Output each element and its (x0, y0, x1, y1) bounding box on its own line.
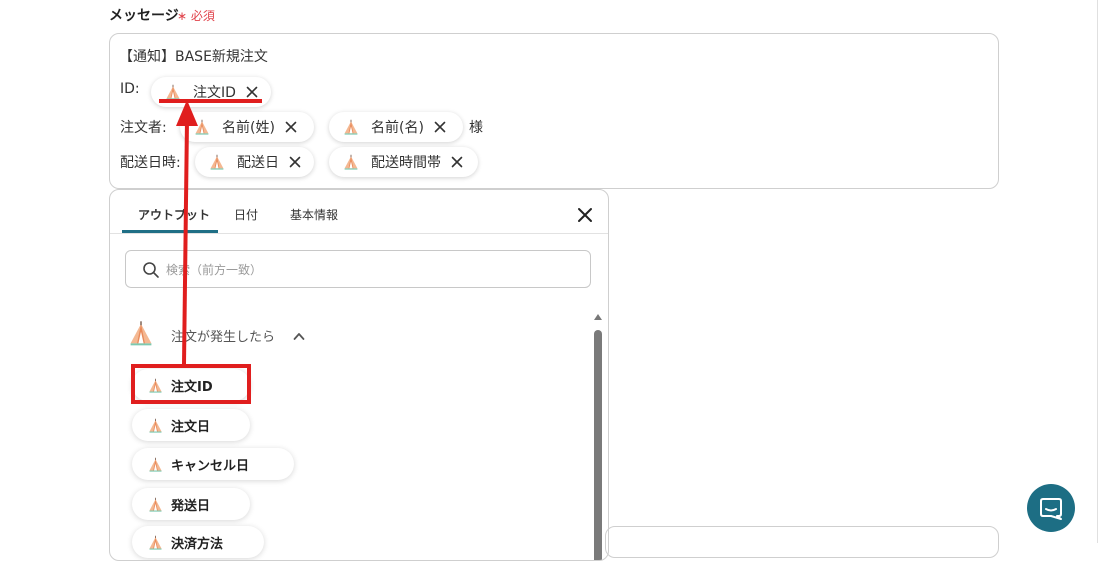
chip-delivery-time[interactable]: 配送時間帯 (329, 147, 478, 177)
tent-icon (343, 154, 359, 170)
search-icon (143, 262, 159, 278)
next-field-box[interactable] (605, 526, 999, 558)
output-item-payment-method[interactable]: 決済方法 (132, 526, 264, 558)
chip-label: 配送日 (237, 155, 279, 171)
chip-label: 名前(姓) (222, 120, 275, 136)
tent-icon (343, 119, 359, 135)
output-item-cancel-date[interactable]: キャンセル日 (132, 448, 294, 480)
output-item-order-date[interactable]: 注文日 (132, 409, 250, 441)
tent-icon (148, 497, 163, 512)
chat-icon (1040, 498, 1062, 520)
output-item-label: 注文日 (171, 419, 211, 435)
required-text: 必須 (190, 9, 215, 23)
remove-chip-icon[interactable] (434, 121, 446, 133)
tent-icon (148, 418, 163, 433)
message-id-label: ID: (120, 81, 140, 97)
required-indicator: ∗ 必須 (177, 7, 215, 24)
remove-chip-icon[interactable] (246, 86, 258, 98)
remove-chip-icon[interactable] (451, 156, 463, 168)
output-item-label: 発送日 (171, 498, 211, 514)
chip-first-name[interactable]: 名前(名) (329, 112, 463, 142)
chat-support-button[interactable] (1027, 484, 1075, 532)
highlight-box (131, 364, 251, 404)
tab-basic-info[interactable]: 基本情報 (290, 206, 338, 223)
tent-icon (209, 154, 225, 170)
tent-icon (128, 320, 154, 346)
scrollbar-thumb[interactable] (594, 330, 602, 560)
chip-label: 配送時間帯 (371, 155, 441, 171)
scroll-up-arrow-icon[interactable] (593, 313, 603, 321)
remove-chip-icon[interactable] (285, 121, 297, 133)
message-orderer-label: 注文者: (120, 120, 167, 136)
tent-icon (148, 535, 163, 550)
tent-icon (148, 457, 163, 472)
arrow-annotation (176, 100, 198, 365)
message-field-label: メッセージ (109, 8, 179, 24)
chip-delivery-date[interactable]: 配送日 (195, 147, 314, 177)
chip-last-name[interactable]: 名前(姓) (180, 112, 314, 142)
output-item-label: 決済方法 (171, 536, 224, 552)
chip-label: 名前(名) (371, 120, 424, 136)
output-item-ship-date[interactable]: 発送日 (132, 488, 250, 520)
close-icon[interactable] (577, 207, 593, 223)
tab-date[interactable]: 日付 (234, 206, 258, 223)
search-input[interactable] (164, 260, 568, 280)
required-mark: ∗ (177, 9, 188, 23)
message-orderer-suffix: 様 (469, 120, 483, 136)
message-line-title: 【通知】BASE新規注文 (119, 49, 268, 65)
remove-chip-icon[interactable] (289, 156, 301, 168)
output-item-label: キャンセル日 (171, 458, 250, 474)
chevron-up-icon[interactable] (293, 331, 305, 341)
